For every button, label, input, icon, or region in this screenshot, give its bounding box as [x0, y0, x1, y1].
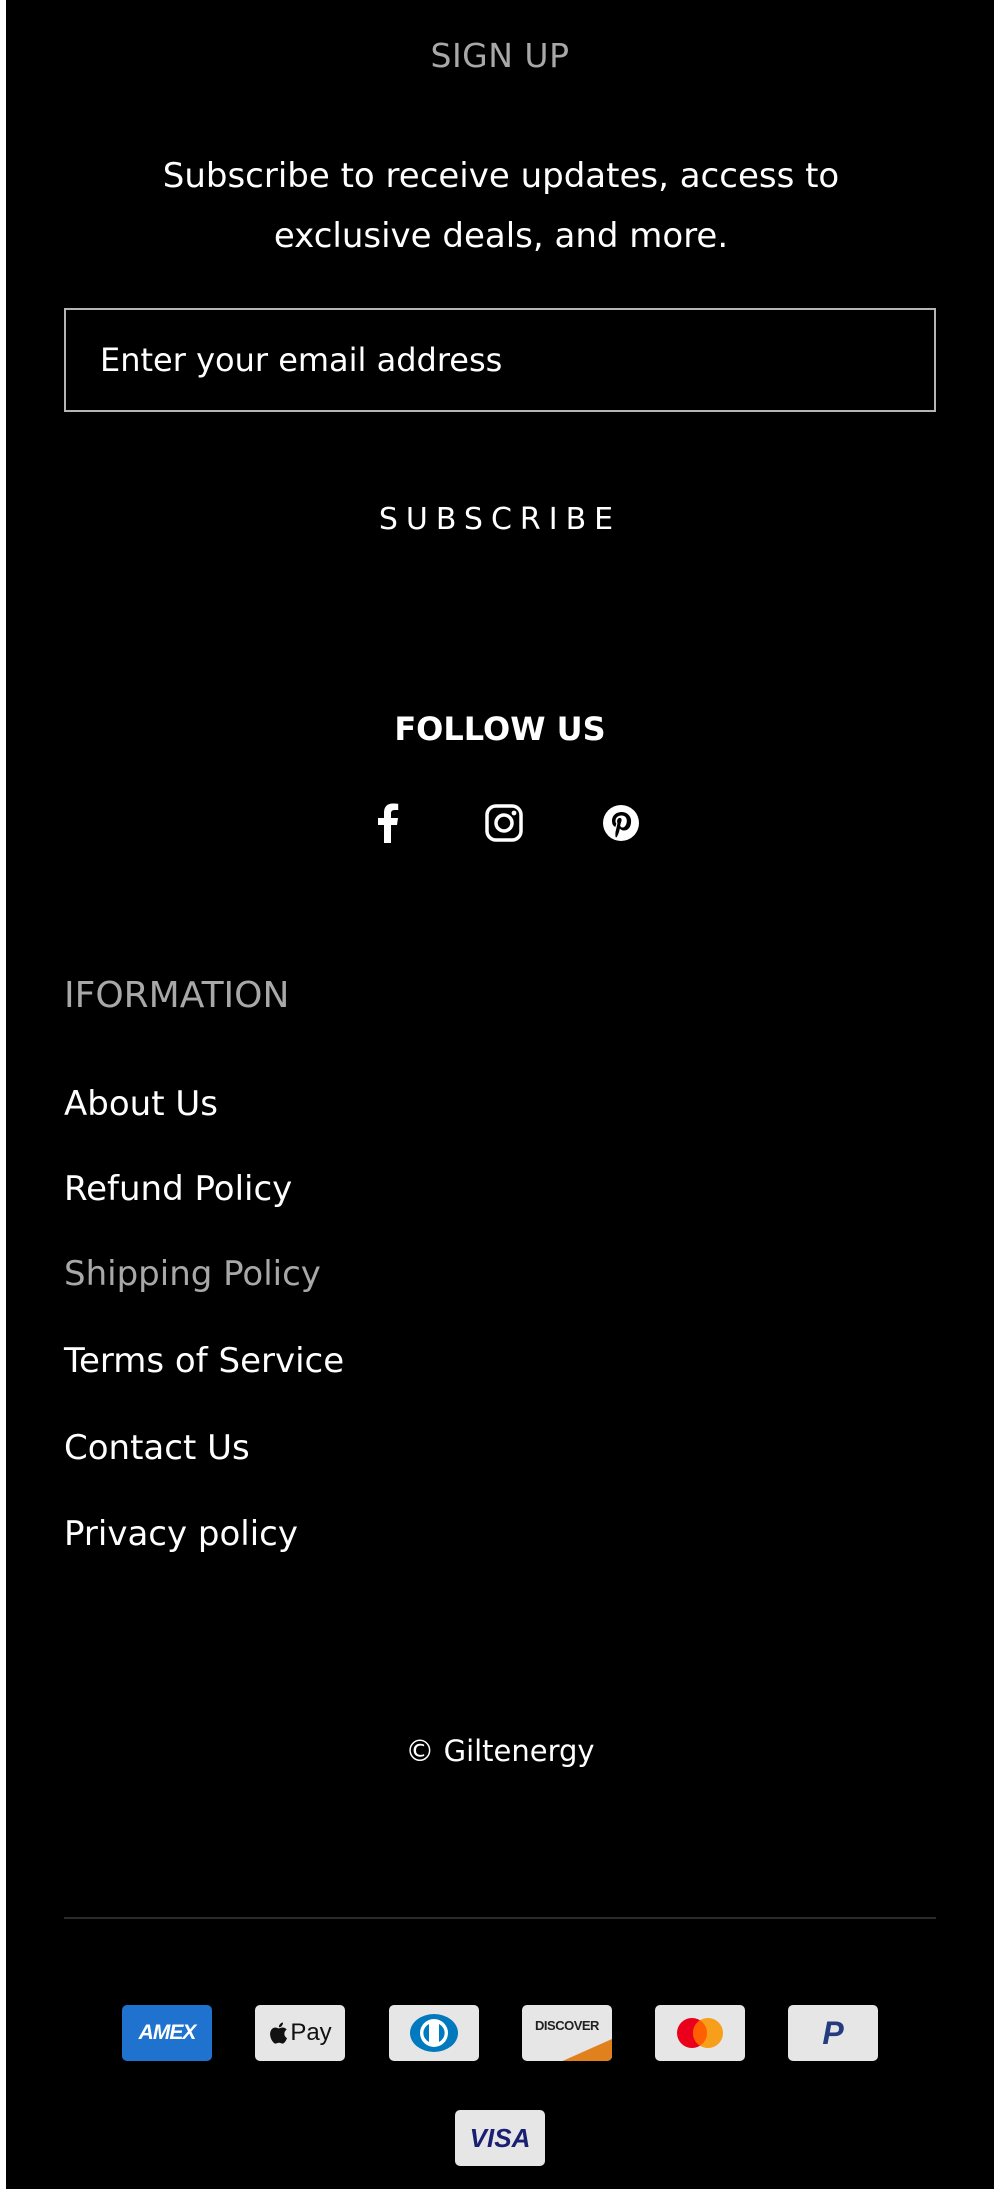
link-contact-us[interactable]: Contact Us — [64, 1428, 250, 1468]
follow-us-title: FOLLOW US — [394, 710, 606, 748]
footer: SIGN UP Subscribe to receive updates, ac… — [6, 0, 994, 2189]
copyright: © Giltenergy — [405, 1734, 595, 1768]
amex-icon: AMEX — [122, 2005, 212, 2061]
information-title: IFORMATION — [64, 975, 290, 1016]
link-privacy-policy[interactable]: Privacy policy — [64, 1514, 298, 1554]
subscribe-button[interactable]: SUBSCRIBE — [379, 502, 621, 537]
paypal-icon: P — [788, 2005, 878, 2061]
apple-pay-label: Pay — [290, 2019, 332, 2046]
pinterest-icon[interactable] — [596, 798, 646, 848]
amex-label: AMEX — [138, 2021, 197, 2044]
signup-description: Subscribe to receive updates, access to … — [162, 156, 840, 256]
facebook-icon[interactable] — [363, 798, 413, 848]
discover-stripe — [562, 2039, 612, 2061]
apple-pay-icon: Pay — [255, 2005, 345, 2061]
link-about-us[interactable]: About Us — [64, 1084, 218, 1124]
instagram-icon[interactable] — [479, 798, 529, 848]
visa-icon: VISA — [455, 2110, 545, 2166]
subscribe-row: SUBSCRIBE — [6, 502, 994, 537]
diners-club-icon — [389, 2005, 479, 2061]
discover-icon: DISCOVER — [522, 2005, 612, 2061]
apple-logo-icon — [270, 2022, 288, 2044]
mastercard-icon — [655, 2005, 745, 2061]
paypal-label: P — [822, 2014, 844, 2051]
link-terms-of-service[interactable]: Terms of Service — [64, 1341, 344, 1381]
divider — [64, 1917, 936, 1919]
discover-label: DISCOVER — [535, 2018, 599, 2033]
email-field-wrapper — [64, 308, 936, 412]
visa-label: VISA — [469, 2122, 531, 2153]
signup-title: SIGN UP — [430, 36, 570, 75]
link-refund-policy[interactable]: Refund Policy — [64, 1169, 292, 1209]
email-field[interactable] — [66, 310, 934, 410]
link-shipping-policy[interactable]: Shipping Policy — [64, 1254, 321, 1294]
